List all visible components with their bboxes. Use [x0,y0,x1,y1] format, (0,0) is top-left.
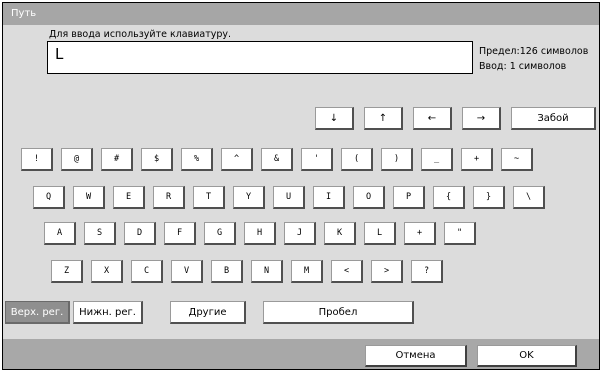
keyboard-dialog: Путь Для ввода используйте клавиатуру. L… [2,2,600,370]
key-row4-2[interactable]: C [131,260,163,283]
key-row4-8[interactable]: > [371,260,403,283]
ok-button[interactable]: OK [477,345,577,367]
key-row2-5[interactable]: Y [233,186,265,209]
key-row2-7[interactable]: I [313,186,345,209]
entered-count-label: Ввод: 1 символов [479,61,567,72]
cancel-button[interactable]: Отмена [365,345,467,367]
cursor-right-key[interactable]: → [462,107,501,130]
key-row3-8[interactable]: L [364,222,396,245]
key-row2-12[interactable]: \ [513,186,545,209]
key-row1-2[interactable]: # [101,148,133,171]
dialog-title: Путь [3,3,599,25]
key-row3-9[interactable]: + [404,222,436,245]
input-instruction: Для ввода используйте клавиатуру. [49,29,232,40]
key-row4-5[interactable]: N [251,260,283,283]
key-row2-0[interactable]: Q [33,186,65,209]
key-row2-1[interactable]: W [73,186,105,209]
uppercase-mode-button[interactable]: Верх. рег. [5,301,70,324]
key-row1-0[interactable]: ! [21,148,53,171]
key-row1-7[interactable]: ' [301,148,333,171]
key-row3-2[interactable]: D [124,222,156,245]
key-row3-3[interactable]: F [164,222,196,245]
key-row4-3[interactable]: V [171,260,203,283]
key-row3-7[interactable]: K [324,222,356,245]
key-row3-5[interactable]: H [244,222,276,245]
limit-info: Предел:126 символов Ввод: 1 символов [479,44,588,74]
cursor-up-key[interactable]: ↑ [364,107,403,130]
key-row3-6[interactable]: J [284,222,316,245]
key-row4-1[interactable]: X [91,260,123,283]
key-row3-4[interactable]: G [204,222,236,245]
key-row2-9[interactable]: P [393,186,425,209]
space-key[interactable]: Пробел [263,301,414,324]
max-length-label: Предел:126 символов [479,46,589,57]
key-row2-8[interactable]: O [353,186,385,209]
text-input[interactable]: L [47,41,473,74]
key-row4-9[interactable]: ? [411,260,443,283]
key-row1-11[interactable]: + [461,148,493,171]
key-row1-8[interactable]: ( [341,148,373,171]
backspace-key[interactable]: Забой [511,107,596,130]
key-row1-6[interactable]: & [261,148,293,171]
key-row2-4[interactable]: T [193,186,225,209]
key-row4-0[interactable]: Z [51,260,83,283]
key-row1-12[interactable]: ~ [501,148,533,171]
key-row4-7[interactable]: < [331,260,363,283]
key-row2-2[interactable]: E [113,186,145,209]
key-row3-1[interactable]: S [84,222,116,245]
key-row2-3[interactable]: R [153,186,185,209]
key-row1-4[interactable]: % [181,148,213,171]
key-row1-9[interactable]: ) [381,148,413,171]
key-row4-4[interactable]: B [211,260,243,283]
key-row3-0[interactable]: A [44,222,76,245]
key-row2-6[interactable]: U [273,186,305,209]
cursor-down-key[interactable]: ↓ [315,107,354,130]
key-row1-5[interactable]: ^ [221,148,253,171]
lowercase-mode-button[interactable]: Нижн. рег. [73,301,143,324]
key-row3-10[interactable]: " [444,222,476,245]
key-row1-10[interactable]: _ [421,148,453,171]
key-row1-3[interactable]: $ [141,148,173,171]
key-row1-1[interactable]: @ [61,148,93,171]
cursor-left-key[interactable]: ← [413,107,452,130]
other-symbols-button[interactable]: Другие [170,301,246,324]
key-row4-6[interactable]: M [291,260,323,283]
key-row2-11[interactable]: } [473,186,505,209]
key-row2-10[interactable]: { [433,186,465,209]
